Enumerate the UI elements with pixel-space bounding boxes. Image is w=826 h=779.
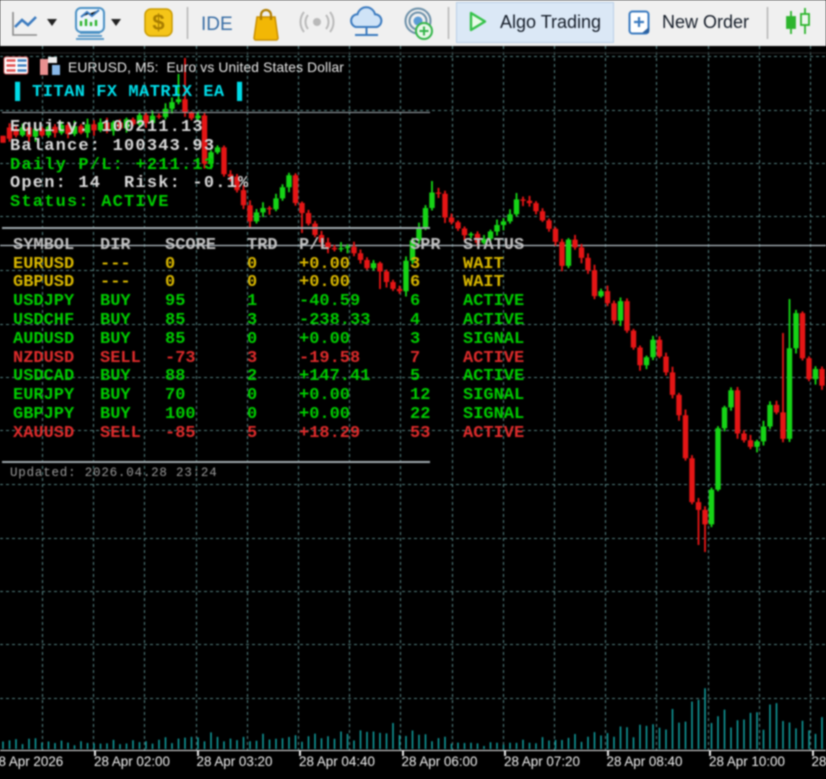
svg-text:New Order: New Order (662, 12, 749, 32)
